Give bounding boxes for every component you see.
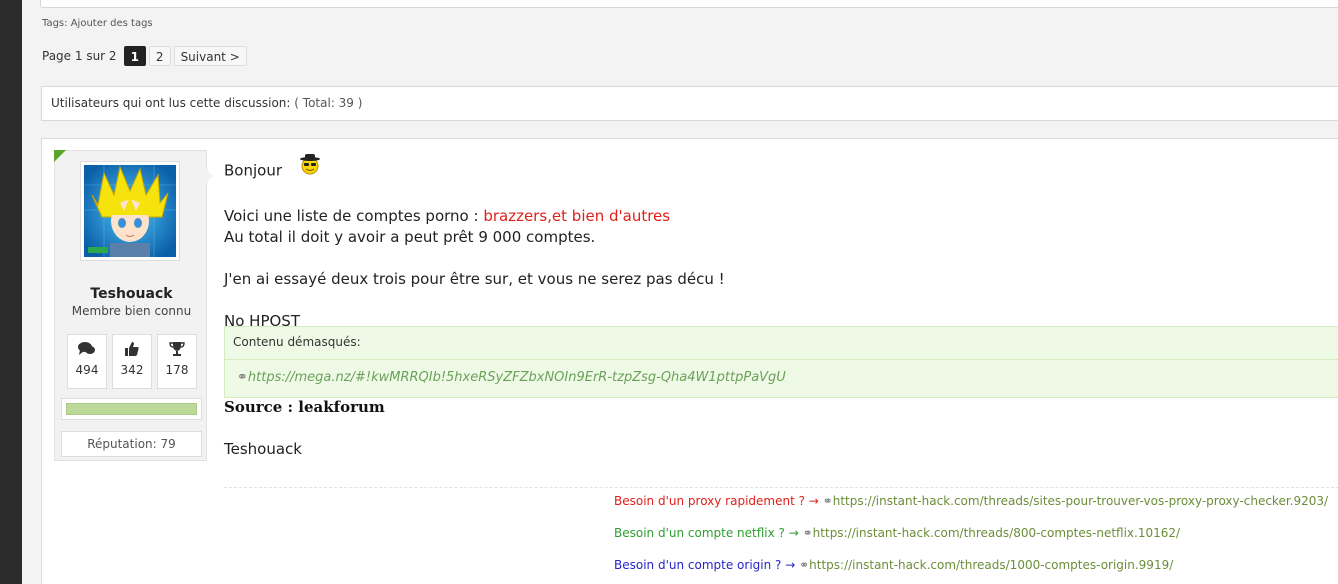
tested-text: J'en ai essayé deux trois pour être sur,… [224, 270, 725, 288]
messages-stat[interactable]: 494 [67, 334, 107, 389]
reputation-box: Réputation: 79 [61, 431, 202, 457]
signature-line-origin[interactable]: Besoin d'un compte origin ? → ⚭https://i… [614, 558, 1173, 572]
link-icon: ⚭ [822, 494, 833, 508]
intro-highlight: brazzers,et bien d'autres [483, 207, 671, 225]
online-indicator [54, 150, 66, 162]
user-title: Membre bien connu [71, 304, 192, 318]
page-info: Page 1 sur 2 [42, 49, 117, 63]
readers-label: Utilisateurs qui ont lus cette discussio… [51, 96, 291, 110]
post: Teshouack Membre bien connu 494 342 178 … [41, 138, 1338, 584]
tags-label: Tags: [42, 18, 68, 29]
bubble-tip [206, 169, 213, 183]
readers-count: ( Total: 39 ) [294, 96, 363, 110]
avatar-image [84, 165, 176, 257]
link-icon: ⚭ [799, 558, 810, 572]
pagination: Page 1 sur 2 1 2 Suivant > [42, 46, 247, 66]
greeting-text: Bonjour [224, 161, 282, 180]
reputation-bar-fill [66, 403, 197, 415]
intro-text: Voici une liste de comptes porno : [224, 207, 484, 225]
left-rail [0, 0, 22, 584]
messages-count: 494 [75, 363, 99, 377]
reputation-label: Réputation: [87, 437, 157, 451]
signature-line-netflix[interactable]: Besoin d'un compte netflix ? → ⚭https://… [614, 526, 1180, 540]
hidden-link-url[interactable]: https://mega.nz/#!kwMRRQIb!5hxeRSyZFZbxN… [248, 370, 786, 385]
hidden-link[interactable]: ⚭https://mega.nz/#!kwMRRQIb!5hxeRSyZFZbx… [225, 360, 1338, 396]
post-message: Bonjour Voici une liste de comptes porno… [224, 154, 1338, 332]
page-1-button[interactable]: 1 [123, 46, 146, 66]
thread-readers-box: Utilisateurs qui ont lus cette discussio… [41, 86, 1338, 121]
signature-origin-url[interactable]: https://instant-hack.com/threads/1000-co… [809, 558, 1173, 572]
add-tags-link[interactable]: Ajouter des tags [71, 18, 153, 29]
total-text: Au total il doit y avoir a peut prêt 9 0… [224, 228, 596, 246]
user-info-panel: Teshouack Membre bien connu 494 342 178 … [54, 150, 213, 461]
likes-count: 342 [120, 363, 144, 377]
signature-name: Teshouack [224, 440, 302, 458]
user-stats: 494 342 178 [67, 334, 197, 389]
signature-origin-text: Besoin d'un compte origin ? → [614, 558, 800, 572]
signature-netflix-url[interactable]: https://instant-hack.com/threads/800-com… [813, 526, 1180, 540]
source-text: Source : leakforum [224, 398, 385, 416]
reputation-value: 79 [160, 437, 176, 451]
unlocked-content-header: Contenu démasqués: [225, 327, 1338, 360]
unlocked-content-box: Contenu démasqués: ⚭https://mega.nz/#!kw… [224, 326, 1338, 398]
trophies-stat[interactable]: 178 [157, 334, 197, 389]
next-page-button[interactable]: Suivant > [173, 46, 247, 66]
comments-icon [68, 335, 106, 363]
reputation-bar [61, 398, 202, 420]
signature-separator [224, 487, 1338, 488]
likes-stat[interactable]: 342 [112, 334, 152, 389]
signature-netflix-text: Besoin d'un compte netflix ? → [614, 526, 803, 540]
username[interactable]: Teshouack [55, 286, 208, 302]
trophy-icon [158, 335, 196, 363]
signature-proxy-url[interactable]: https://instant-hack.com/threads/sites-p… [833, 494, 1328, 508]
top-panel-edge [40, 0, 1338, 8]
cool-smiley-icon [299, 153, 321, 181]
signature-proxy-text: Besoin d'un proxy rapidement ? → [614, 494, 823, 508]
link-icon: ⚭ [237, 370, 248, 385]
thumbs-up-icon [113, 335, 151, 363]
link-icon: ⚭ [802, 526, 813, 540]
tags-bar: Tags: Ajouter des tags [42, 18, 153, 29]
trophies-count: 178 [165, 363, 189, 377]
signature-line-proxy[interactable]: Besoin d'un proxy rapidement ? → ⚭https:… [614, 494, 1328, 508]
page-2-button[interactable]: 2 [148, 46, 171, 66]
avatar[interactable] [80, 161, 180, 261]
